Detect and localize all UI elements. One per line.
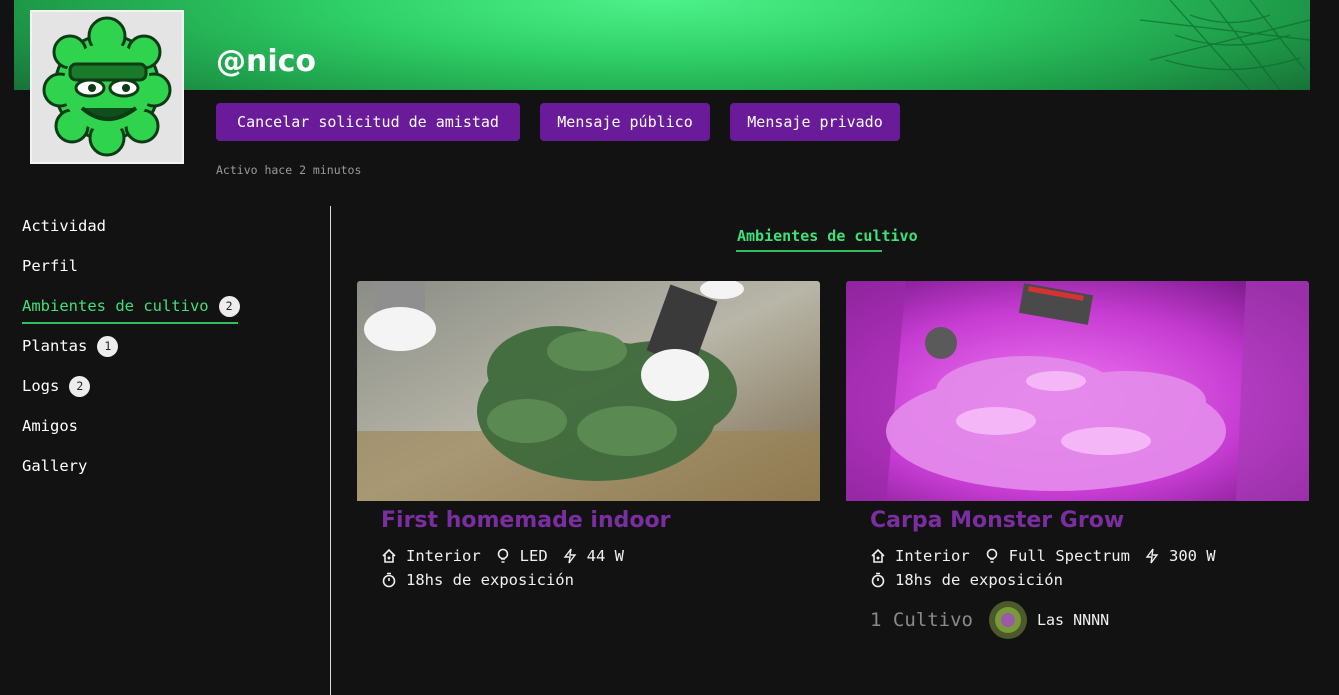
sidebar-item-ambientes[interactable]: Ambientes de cultivo 2: [22, 286, 240, 326]
environment-specs: Interior Full Spectrum 300 W: [870, 547, 1230, 565]
profile-avatar: [30, 10, 184, 164]
username: @nico: [216, 44, 317, 79]
sidebar-item-label: Plantas: [22, 337, 88, 355]
public-message-button[interactable]: Mensaje público: [540, 103, 710, 141]
section-underline: [736, 250, 882, 252]
timer-icon: [382, 572, 396, 588]
count-badge: 2: [218, 295, 240, 317]
environment-photo[interactable]: [357, 281, 820, 501]
section-title: Ambientes de cultivo: [737, 227, 918, 245]
profile-cover: [14, 0, 1310, 90]
environment-specs: Interior LED 44 W: [381, 547, 638, 565]
sidebar-item-label: Gallery: [22, 457, 88, 475]
sidebar-item-plantas[interactable]: Plantas 1: [22, 326, 119, 366]
bolt-icon: [1145, 548, 1159, 564]
private-message-button[interactable]: Mensaje privado: [730, 103, 900, 141]
environment-power: 300 W: [1144, 547, 1216, 565]
environment-exposure: 18hs de exposición: [381, 571, 588, 589]
sidebar-item-perfil[interactable]: Perfil: [22, 246, 78, 286]
environment-card[interactable]: Carpa Monster Grow Interior Full Spectru…: [846, 281, 1309, 667]
count-badge: 2: [69, 375, 91, 397]
cultivo-avatar[interactable]: [988, 601, 1027, 639]
sidebar-item-label: Perfil: [22, 257, 78, 275]
environment-exposure: 18hs de exposición: [870, 571, 1077, 589]
environment-type: Interior: [381, 547, 481, 565]
sidebar-item-label: Actividad: [22, 217, 106, 235]
sidebar-item-label: Ambientes de cultivo: [22, 297, 209, 315]
environment-power: 44 W: [562, 547, 624, 565]
sidebar-item-label: Amigos: [22, 417, 78, 435]
house-icon: [382, 548, 396, 563]
cultivo-summary[interactable]: 1 Cultivo Las NNNN: [870, 601, 1109, 639]
sidebar-divider: [330, 206, 331, 695]
environment-photo[interactable]: [846, 281, 1309, 501]
bulb-icon: [986, 548, 997, 563]
sidebar-item-amigos[interactable]: Amigos: [22, 406, 78, 446]
timer-icon: [871, 572, 885, 588]
environment-title[interactable]: First homemade indoor: [381, 508, 670, 533]
cultivo-name[interactable]: Las NNNN: [1037, 611, 1109, 629]
count-badge: 1: [97, 335, 119, 357]
sidebar-item-logs[interactable]: Logs 2: [22, 366, 91, 406]
cobweb-decoration-icon: [1139, 0, 1310, 90]
environment-type: Interior: [870, 547, 970, 565]
environment-card[interactable]: First homemade indoor Interior LED 44 W …: [357, 281, 820, 621]
cultivo-count: 1 Cultivo: [870, 609, 973, 631]
sidebar-item-actividad[interactable]: Actividad: [22, 206, 106, 246]
bulb-icon: [497, 548, 508, 563]
cancel-friend-request-button[interactable]: Cancelar solicitud de amistad: [216, 103, 520, 141]
sidebar-item-gallery[interactable]: Gallery: [22, 446, 87, 486]
house-icon: [871, 548, 885, 563]
environment-light: LED: [495, 547, 548, 565]
last-active-status: Activo hace 2 minutos: [216, 163, 362, 177]
environment-title[interactable]: Carpa Monster Grow: [870, 508, 1124, 533]
bolt-icon: [563, 548, 577, 564]
sidebar-item-label: Logs: [22, 377, 60, 395]
environment-light: Full Spectrum: [984, 547, 1130, 565]
